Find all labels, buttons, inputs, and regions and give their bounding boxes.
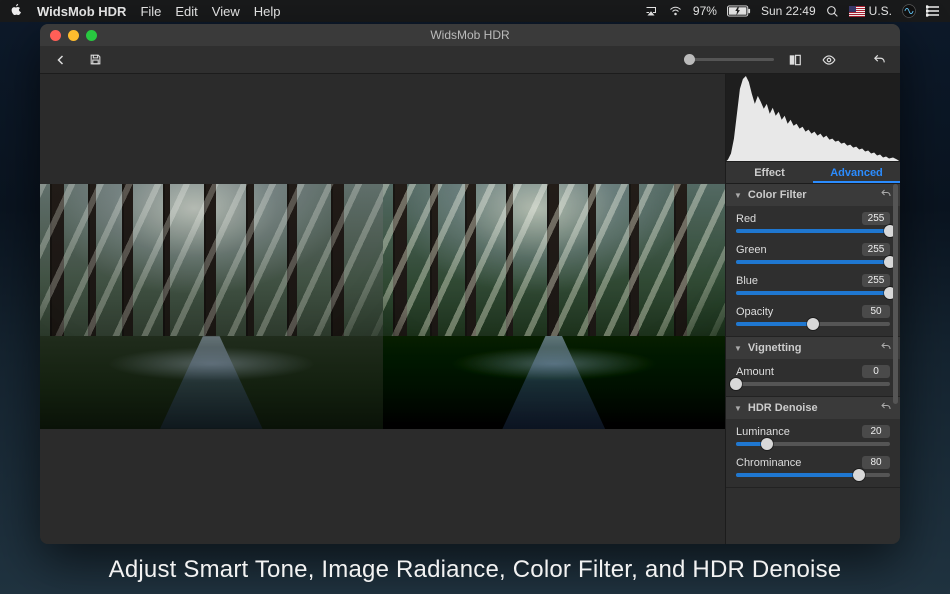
value-chrominance[interactable]: 80: [862, 456, 890, 469]
menubar-clock[interactable]: Sun 22:49: [761, 4, 816, 18]
slider-thumb[interactable]: [730, 378, 742, 390]
label-luminance: Luminance: [736, 426, 790, 438]
value-red[interactable]: 255: [862, 212, 890, 225]
control-chrominance: Chrominance 80: [736, 456, 890, 477]
value-green[interactable]: 255: [862, 243, 890, 256]
app-window: WidsMob HDR: [40, 24, 900, 544]
menu-edit[interactable]: Edit: [175, 4, 197, 19]
compare-button[interactable]: [782, 49, 808, 71]
input-source-flag[interactable]: U.S.: [849, 4, 892, 18]
disclosure-triangle-icon: ▼: [734, 404, 742, 413]
section-title: Vignetting: [748, 342, 802, 354]
menubar-app-name[interactable]: WidsMob HDR: [37, 4, 126, 19]
slider-opacity[interactable]: [736, 322, 890, 326]
airplay-icon[interactable]: [644, 5, 658, 17]
zoom-slider[interactable]: [684, 58, 774, 61]
control-vignette-amount: Amount 0: [736, 365, 890, 386]
value-amount[interactable]: 0: [862, 365, 890, 378]
slider-thumb[interactable]: [807, 318, 819, 330]
disclosure-triangle-icon: ▼: [734, 191, 742, 200]
reset-vignetting-button[interactable]: [880, 341, 892, 356]
slider-red[interactable]: [736, 229, 890, 233]
section-color-filter: ▼ Color Filter Red 255: [726, 184, 900, 337]
section-header-color-filter[interactable]: ▼ Color Filter: [726, 184, 900, 206]
section-title: Color Filter: [748, 189, 807, 201]
apple-icon[interactable]: [10, 3, 23, 19]
window-zoom-button[interactable]: [86, 30, 97, 41]
control-luminance: Luminance 20: [736, 425, 890, 446]
slider-thumb[interactable]: [761, 438, 773, 450]
window-minimize-button[interactable]: [68, 30, 79, 41]
scrollbar-thumb[interactable]: [893, 184, 898, 404]
marketing-caption: Adjust Smart Tone, Image Radiance, Color…: [0, 556, 950, 584]
adjustments-panel: Effect Advanced ▼ Color Filter: [725, 74, 900, 544]
panel-tabs: Effect Advanced: [726, 162, 900, 184]
menu-view[interactable]: View: [212, 4, 240, 19]
section-header-hdr-denoise[interactable]: ▼ HDR Denoise: [726, 397, 900, 419]
reset-hdr-denoise-button[interactable]: [880, 401, 892, 416]
tab-advanced[interactable]: Advanced: [813, 162, 900, 183]
menu-help[interactable]: Help: [254, 4, 281, 19]
slider-luminance[interactable]: [736, 442, 890, 446]
label-blue: Blue: [736, 275, 758, 287]
preview-eye-button[interactable]: [816, 49, 842, 71]
label-red: Red: [736, 213, 756, 225]
battery-percent: 97%: [693, 4, 717, 18]
section-hdr-denoise: ▼ HDR Denoise Luminance 20: [726, 397, 900, 488]
preview-after: [383, 184, 726, 429]
value-luminance[interactable]: 20: [862, 425, 890, 438]
control-green: Green 255: [736, 243, 890, 264]
siri-icon[interactable]: [902, 4, 916, 18]
histogram: [726, 74, 900, 162]
tab-effect[interactable]: Effect: [726, 162, 813, 183]
control-opacity: Opacity 50: [736, 305, 890, 326]
control-blue: Blue 255: [736, 274, 890, 295]
notification-center-icon[interactable]: [926, 5, 940, 17]
label-chrominance: Chrominance: [736, 457, 801, 469]
zoom-slider-thumb[interactable]: [684, 54, 695, 65]
section-title: HDR Denoise: [748, 402, 818, 414]
window-close-button[interactable]: [50, 30, 61, 41]
spotlight-icon[interactable]: [826, 5, 839, 18]
mac-menubar: WidsMob HDR File Edit View Help 97% Sun …: [0, 0, 950, 22]
value-opacity[interactable]: 50: [862, 305, 890, 318]
slider-chrominance[interactable]: [736, 473, 890, 477]
slider-green[interactable]: [736, 260, 890, 264]
section-vignetting: ▼ Vignetting Amount 0: [726, 337, 900, 397]
wifi-icon[interactable]: [668, 5, 683, 17]
window-title: WidsMob HDR: [40, 28, 900, 42]
panel-scrollbar[interactable]: [893, 184, 898, 544]
disclosure-triangle-icon: ▼: [734, 344, 742, 353]
menu-file[interactable]: File: [140, 4, 161, 19]
save-button[interactable]: [82, 49, 108, 71]
undo-button[interactable]: [866, 49, 892, 71]
preview-before: [40, 184, 383, 429]
slider-amount[interactable]: [736, 382, 890, 386]
toolbar: [40, 46, 900, 74]
section-header-vignetting[interactable]: ▼ Vignetting: [726, 337, 900, 359]
slider-thumb[interactable]: [853, 469, 865, 481]
back-button[interactable]: [48, 49, 74, 71]
before-after-preview: [40, 184, 725, 429]
label-amount: Amount: [736, 366, 774, 378]
window-titlebar: WidsMob HDR: [40, 24, 900, 46]
value-blue[interactable]: 255: [862, 274, 890, 287]
control-red: Red 255: [736, 212, 890, 233]
label-opacity: Opacity: [736, 306, 773, 318]
slider-blue[interactable]: [736, 291, 890, 295]
image-canvas[interactable]: [40, 74, 725, 544]
battery-icon[interactable]: [727, 5, 751, 17]
reset-color-filter-button[interactable]: [880, 188, 892, 203]
label-green: Green: [736, 244, 767, 256]
